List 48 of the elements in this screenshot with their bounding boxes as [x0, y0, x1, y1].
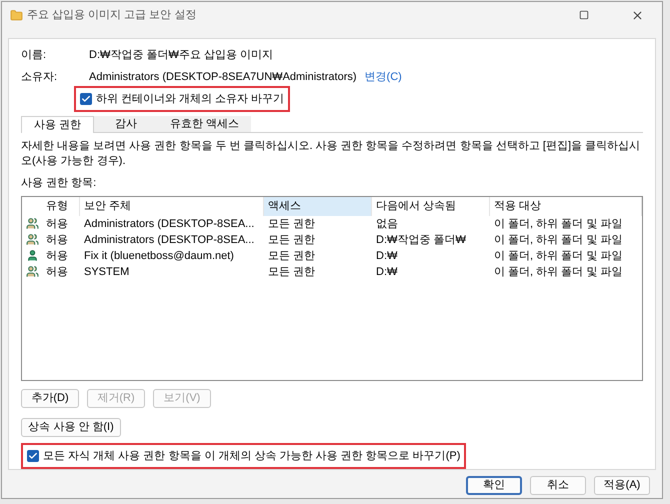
folder-path: D:₩작업중 폴더₩주요 삽입용 이미지 [89, 48, 273, 63]
tab[interactable]: 사용 권한 [21, 116, 94, 134]
dialog-button[interactable]: 적용(A) [594, 476, 650, 495]
owner-name: Administrators (DESKTOP-8SEA7UN₩Administrators) [89, 70, 357, 85]
column-header[interactable]: 액세스 [264, 196, 372, 216]
checkbox-label: 모든 자식 개체 사용 권한 항목을 이 개체의 상속 가능한 사용 권한 항목으로 바꾸기(P) [43, 448, 460, 464]
table-cell-text: 허용 [45, 248, 69, 264]
window-title: 주요 삽입용 이미지 고급 보안 설정 [27, 8, 196, 23]
dialog-button[interactable]: 확인 [466, 476, 522, 495]
table-cell-text: 이 폴더, 하위 폴더 및 파일 [493, 248, 624, 264]
table-cell-text: 모든 권한 [267, 264, 316, 280]
dialog-button[interactable]: 취소 [530, 476, 586, 495]
table-cell-text: 모든 권한 [267, 248, 316, 264]
table-cell-text: Administrators (DESKTOP-8SEA... [83, 216, 256, 232]
table-cell-text: D:₩ [375, 248, 398, 264]
instruction-text: 자세한 내용을 보려면 사용 권한 항목을 두 번 클릭하십시오. 사용 권한 항목을 수정하려면 항목을 선택하고 [편집]을 클릭하십시오(사용 가능한 경우). [21, 139, 642, 170]
users-icon [26, 233, 38, 246]
table-cell-text: 모든 권한 [267, 232, 316, 248]
change-link[interactable]: 변경(C) [364, 68, 402, 86]
table-cell-text: 이 폴더, 하위 폴더 및 파일 [493, 216, 624, 232]
user-icon [26, 249, 38, 262]
field-label: 소유자: [21, 70, 58, 85]
table-cell-text: 허용 [45, 232, 69, 248]
tab[interactable]: 감사 [94, 116, 158, 134]
table-cell-text: Fix it (bluenetboss@daum.net) [83, 248, 235, 264]
table-cell-text: D:₩작업중 폴더₩ [375, 232, 467, 248]
checkbox-label: 하위 컨테이너와 개체의 소유자 바꾸기 [96, 92, 284, 107]
maximize-icon[interactable] [579, 10, 589, 20]
users-icon [26, 217, 38, 230]
table-cell-text: 이 폴더, 하위 폴더 및 파일 [493, 232, 624, 248]
table-cell-text: Administrators (DESKTOP-8SEA... [83, 232, 256, 248]
table-cell-text: 모든 권한 [267, 216, 316, 232]
table-cell-text: D:₩ [375, 264, 398, 280]
table-cell-text: 허용 [45, 216, 69, 232]
table-cell-text: 이 폴더, 하위 폴더 및 파일 [493, 264, 624, 280]
dialog-button[interactable]: 추가(D) [21, 388, 79, 408]
field-label: 이름: [21, 48, 48, 63]
folder-icon [10, 8, 23, 22]
users-icon [26, 265, 38, 278]
table-cell-text: 허용 [45, 264, 69, 280]
dialog-button[interactable]: 상속 사용 안 함(I) [21, 418, 121, 436]
table-cell-text: 없음 [375, 216, 399, 232]
close-icon[interactable] [631, 8, 644, 22]
section-label: 사용 권한 항목: [21, 176, 98, 192]
checkbox[interactable] [27, 450, 39, 462]
tab[interactable]: 유효한 액세스 [158, 116, 252, 134]
checkbox[interactable] [80, 93, 92, 105]
table-cell-text: SYSTEM [83, 264, 130, 280]
